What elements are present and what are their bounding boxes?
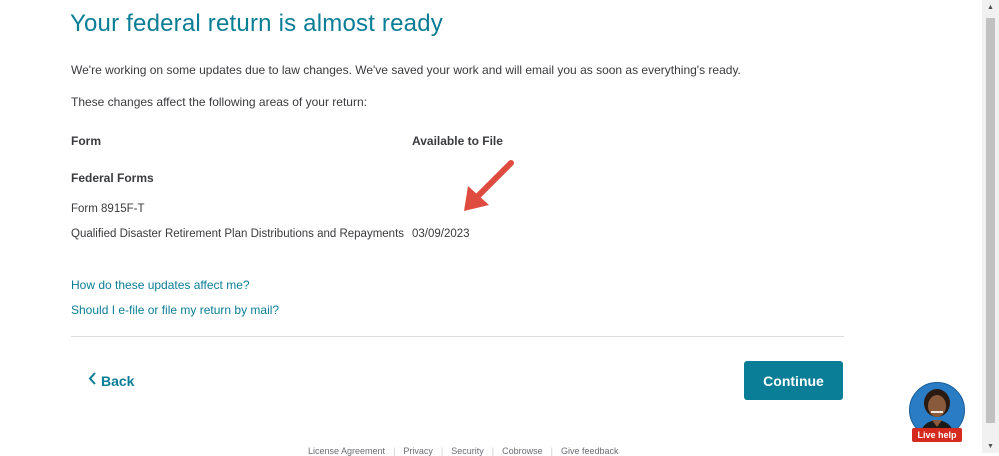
footer-links: License Agreement | Privacy | Security |…	[300, 446, 627, 456]
scroll-thumb[interactable]	[986, 18, 995, 423]
back-button[interactable]: Back	[88, 372, 134, 389]
footer-privacy-link[interactable]: Privacy	[395, 446, 441, 456]
back-label: Back	[101, 372, 135, 389]
page-title: Your federal return is almost ready	[70, 10, 443, 37]
intro-text: We're working on some updates due to law…	[71, 63, 741, 77]
updates-link[interactable]: How do these updates affect me?	[71, 278, 250, 292]
scroll-up-icon[interactable]: ▲	[982, 0, 999, 14]
efile-link[interactable]: Should I e-file or file my return by mai…	[71, 303, 279, 317]
footer-cobrowse-link[interactable]: Cobrowse	[494, 446, 551, 456]
section-federal-forms: Federal Forms	[71, 171, 154, 185]
live-help-button[interactable]: Live help	[909, 382, 965, 444]
footer-security-link[interactable]: Security	[443, 446, 492, 456]
affects-text: These changes affect the following areas…	[71, 95, 367, 109]
vertical-scrollbar[interactable]: ▲ ▼	[982, 0, 999, 453]
footer-license-link[interactable]: License Agreement	[300, 446, 393, 456]
form-name: Form 8915F-T	[71, 203, 145, 215]
available-date: 03/09/2023	[412, 228, 470, 240]
column-header-form: Form	[71, 134, 101, 148]
column-header-available: Available to File	[412, 134, 503, 148]
chevron-left-icon	[88, 372, 97, 389]
footer-feedback-link[interactable]: Give feedback	[553, 446, 627, 456]
continue-button[interactable]: Continue	[744, 361, 843, 400]
form-description: Qualified Disaster Retirement Plan Distr…	[71, 228, 405, 240]
arrow-icon	[464, 160, 514, 211]
divider	[71, 336, 844, 337]
live-help-badge: Live help	[912, 428, 962, 442]
scroll-down-icon[interactable]: ▼	[982, 439, 999, 453]
